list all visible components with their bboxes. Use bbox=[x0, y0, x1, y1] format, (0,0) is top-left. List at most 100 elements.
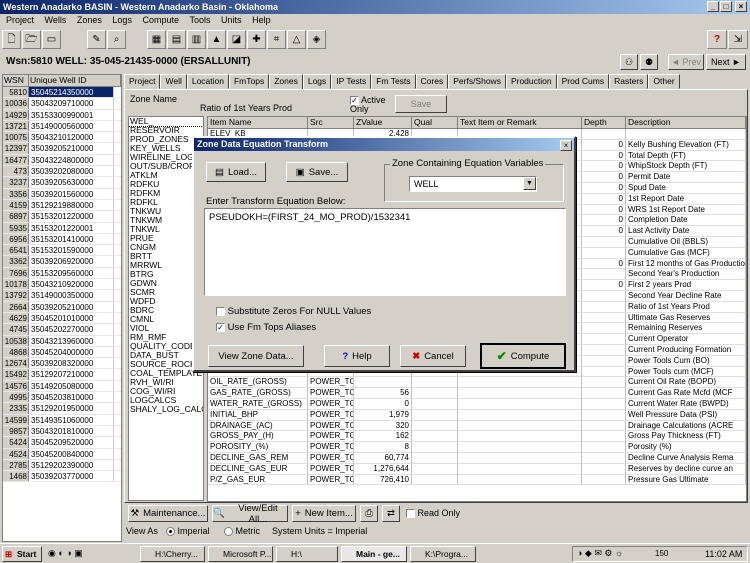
new-item-button[interactable]: + New Item... bbox=[292, 505, 356, 522]
export-icon[interactable]: ⇄ bbox=[382, 505, 400, 522]
load-button[interactable]: ▤ Load... bbox=[206, 162, 266, 182]
list-item[interactable]: 6956 35153201410000 bbox=[3, 233, 121, 246]
fm-tops-aliases-checkbox[interactable]: ✓ Use Fm Tops Aliases bbox=[216, 322, 316, 333]
tab-production[interactable]: Production bbox=[505, 74, 557, 89]
tab-rasters[interactable]: Rasters bbox=[609, 74, 649, 89]
list-item[interactable]: 3356 35039201560000 bbox=[3, 188, 121, 200]
table-row[interactable]: P/Z_GAS_EUR POWER_TC 726,410 Pressure Gas U… bbox=[208, 474, 746, 486]
view-edit-all-button[interactable]: 🔍 View/Edit All... bbox=[212, 503, 288, 525]
shapes-icon[interactable]: △ bbox=[287, 30, 306, 49]
table-row[interactable]: DECLINE_GAS_EUR POWER_TC 1,276,644 Reserves… bbox=[208, 463, 746, 475]
table-row[interactable]: WATER_RATE_(GROSS) POWER_TC 0 Current Water… bbox=[208, 398, 746, 410]
list-item[interactable]: 10178 35043210920000 bbox=[3, 279, 121, 291]
menu-zones[interactable]: Zones bbox=[77, 15, 102, 25]
view-zone-data-button[interactable]: View Zone Data... bbox=[208, 345, 304, 367]
list-item[interactable]: 4995 35045203810000 bbox=[3, 392, 121, 404]
close-button[interactable]: × bbox=[735, 1, 747, 12]
list-item[interactable]: 13792 35149000350000 bbox=[3, 290, 121, 302]
tool-icon[interactable]: ✎ bbox=[87, 30, 106, 49]
tab-logs[interactable]: Logs bbox=[302, 74, 332, 89]
table-row[interactable]: INITIAL_BHP POWER_TC 1,979 Well Pressure Da… bbox=[208, 409, 746, 421]
task-microsoft-p[interactable]: Microsoft P... bbox=[208, 546, 273, 562]
list-item[interactable]: 4629 35045201010000 bbox=[3, 312, 121, 325]
active-only-checkbox[interactable]: ✓ Active Only bbox=[350, 95, 390, 114]
menu-units[interactable]: Units bbox=[221, 15, 242, 25]
tab-prod-cums[interactable]: Prod Cums bbox=[556, 74, 610, 89]
list-item[interactable]: 5935 35153201220001 bbox=[3, 222, 121, 234]
crossplot-icon[interactable]: ✚ bbox=[247, 30, 266, 49]
zone-select[interactable]: WELL ▼ bbox=[409, 176, 537, 192]
list-item[interactable]: 12674 35039208320000 bbox=[3, 358, 121, 370]
tab-cores[interactable]: Cores bbox=[415, 74, 449, 89]
print-icon[interactable]: ⎙ bbox=[360, 505, 378, 522]
well-group-icon[interactable]: ⚉ bbox=[640, 54, 658, 70]
tab-zones[interactable]: Zones bbox=[269, 74, 303, 90]
well-list[interactable]: WSN Unique Well ID 5810 35045214350000 100… bbox=[2, 74, 122, 542]
save-equation-button[interactable]: ▣ Save... bbox=[286, 162, 348, 182]
help-icon[interactable]: ? bbox=[707, 30, 727, 49]
compute-button[interactable]: ✔ Compute bbox=[480, 343, 566, 369]
equation-textarea[interactable]: PSEUDOKH=(FIRST_24_MO_PROD)/1532341 bbox=[204, 208, 566, 296]
list-item[interactable]: 15492 35129207210000 bbox=[3, 369, 121, 381]
table-row[interactable]: POROSITY_(%) POWER_TC 8 Porosity (%) bbox=[208, 442, 746, 453]
list-item[interactable]: 6897 35153201220000 bbox=[3, 211, 121, 223]
col-description[interactable]: Description bbox=[626, 117, 746, 129]
list-item[interactable]: 5424 35045209520000 bbox=[3, 437, 121, 449]
list-item[interactable]: 4868 35045204000000 bbox=[3, 346, 121, 359]
zoom-icon[interactable]: ⌕ bbox=[107, 30, 126, 49]
menu-help[interactable]: Help bbox=[252, 15, 271, 25]
table-row[interactable]: DRAINAGE_(AC) POWER_TC 320 Drainage Calcula… bbox=[208, 420, 746, 432]
start-button[interactable]: ⊞ Start bbox=[2, 546, 42, 562]
tab-project[interactable]: Project bbox=[124, 74, 161, 89]
table-row[interactable]: OIL_RATE_(GROSS) POWER_TC Current Oil Rate… bbox=[208, 377, 746, 389]
col-text-remark[interactable]: Text Item or Remark bbox=[458, 117, 582, 129]
cancel-button[interactable]: ✖ Cancel bbox=[400, 345, 466, 367]
chevron-down-icon[interactable]: ▼ bbox=[523, 177, 536, 190]
menu-logs[interactable]: Logs bbox=[112, 15, 132, 25]
list-item[interactable]: 1468 35039203770000 bbox=[3, 471, 121, 483]
list-item[interactable]: 12397 35039205210000 bbox=[3, 143, 121, 155]
list-item[interactable]: 3362 35039206920000 bbox=[3, 256, 121, 268]
list-item[interactable]: 2785 35129202390000 bbox=[3, 459, 121, 472]
list-item[interactable]: 10538 35043213960000 bbox=[3, 335, 121, 347]
task-h-drive[interactable]: H:\ bbox=[276, 546, 338, 562]
list-item[interactable]: 473 35039202080000 bbox=[3, 166, 121, 178]
list-item[interactable]: 13721 35149000560000 bbox=[3, 120, 121, 133]
tab-location[interactable]: Location bbox=[186, 74, 229, 89]
exit-icon[interactable]: ⇲ bbox=[728, 30, 748, 49]
open-folder-icon[interactable]: 🗁 bbox=[22, 30, 41, 49]
list-item[interactable]: 14599 35149351060000 bbox=[3, 414, 121, 426]
list-item[interactable]: 3237 35039205630000 bbox=[3, 177, 121, 189]
list-item[interactable]: 14929 35153300990001 bbox=[3, 109, 121, 121]
grid-icon[interactable]: ▤ bbox=[167, 30, 186, 49]
menu-compute[interactable]: Compute bbox=[142, 15, 179, 25]
list-item[interactable]: 4745 35045202270000 bbox=[3, 324, 121, 336]
list-item[interactable]: 9857 35043201810000 bbox=[3, 425, 121, 438]
zone-list-item[interactable]: SHALY_LOG_CALCS bbox=[129, 405, 203, 414]
read-only-checkbox[interactable]: Read Only bbox=[406, 508, 460, 519]
next-button[interactable]: Next ► bbox=[706, 54, 746, 70]
help-button[interactable]: ? Help bbox=[324, 345, 390, 367]
substitute-zeros-checkbox[interactable]: Substitute Zeros For NULL Values bbox=[216, 306, 371, 317]
imperial-radio[interactable]: Imperial bbox=[166, 526, 210, 537]
list-item[interactable]: 2335 35129201950000 bbox=[3, 403, 121, 415]
chart-icon[interactable]: ◪ bbox=[227, 30, 246, 49]
histogram-icon[interactable]: ▲ bbox=[207, 30, 226, 49]
list-item[interactable]: 14576 35149205080000 bbox=[3, 380, 121, 393]
tab-other[interactable]: Other bbox=[648, 74, 680, 89]
list-item[interactable]: 6541 35153201590000 bbox=[3, 245, 121, 257]
map-icon[interactable]: ▦ bbox=[147, 30, 166, 49]
info-icon[interactable]: ◈ bbox=[307, 30, 326, 49]
tab-fm-tests[interactable]: Fm Tests bbox=[371, 74, 416, 89]
prev-button[interactable]: ◄ Prev bbox=[668, 54, 704, 70]
table-row[interactable]: DECLINE_GAS_REM POWER_TC 60,774 Decline Cur… bbox=[208, 452, 746, 464]
list-item[interactable]: 5810 35045214350000 bbox=[3, 87, 121, 99]
wsn-column-header[interactable]: WSN bbox=[3, 75, 29, 86]
well-info-icon[interactable]: ⚇ bbox=[620, 54, 638, 70]
save-zone-button[interactable]: Save bbox=[395, 95, 447, 113]
menu-tools[interactable]: Tools bbox=[190, 15, 211, 25]
table-row[interactable]: GROSS_PAY_(H) POWER_TC 162 Gross Pay Thickn… bbox=[208, 431, 746, 443]
list-item[interactable]: 7696 35153209560000 bbox=[3, 267, 121, 280]
col-zvalue[interactable]: ZValue bbox=[354, 117, 412, 129]
metric-radio[interactable]: Metric bbox=[224, 526, 260, 537]
